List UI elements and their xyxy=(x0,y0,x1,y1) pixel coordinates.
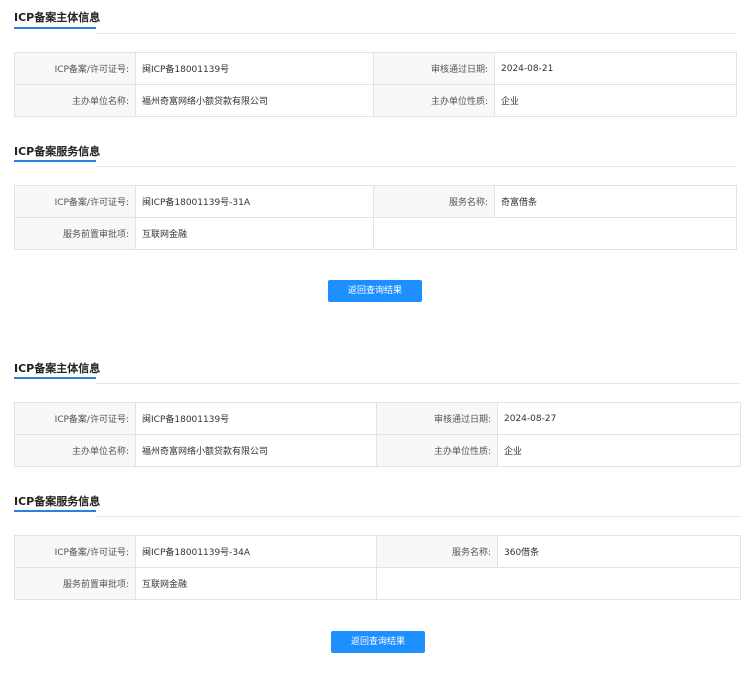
section-divider xyxy=(96,166,736,167)
approval-date-label: 审核通过日期: xyxy=(373,52,495,85)
section-underline xyxy=(14,377,96,379)
pre-approval-label: 服务前置审批项: xyxy=(14,217,136,250)
approval-date-label: 审核通过日期: xyxy=(376,402,498,435)
license-label: ICP备案/许可证号: xyxy=(14,402,136,435)
section-divider xyxy=(96,33,736,34)
section-divider xyxy=(96,383,740,384)
pre-approval-value: 互联网金融 xyxy=(135,567,377,600)
service-name-label: 服务名称: xyxy=(376,535,498,568)
license-value: 闽ICP备18001139号 xyxy=(135,52,374,85)
back-to-results-button[interactable]: 返回查询结果 xyxy=(331,631,425,653)
license-label: ICP备案/许可证号: xyxy=(14,52,136,85)
approval-date-value: 2024-08-27 xyxy=(497,402,741,435)
table-row: ICP备案/许可证号: 闽ICP备18001139号 审核通过日期: 2024-… xyxy=(14,402,741,435)
service-license-label: ICP备案/许可证号: xyxy=(14,535,136,568)
entity-section-title: ICP备案主体信息 xyxy=(14,11,101,24)
section-underline xyxy=(14,27,96,29)
table-row: 主办单位名称: 福州奇富网络小额贷款有限公司 主办单位性质: 企业 xyxy=(14,434,741,467)
section-underline xyxy=(14,160,96,162)
service-name-value: 360借条 xyxy=(497,535,741,568)
license-value: 闽ICP备18001139号 xyxy=(135,402,377,435)
organizer-nature-value: 企业 xyxy=(494,84,737,117)
empty-cell xyxy=(373,217,737,250)
entity-section-title: ICP备案主体信息 xyxy=(14,362,101,375)
service-info-table: ICP备案/许可证号: 闽ICP备18001139号-31A 服务名称: 奇富借… xyxy=(14,185,737,250)
entity-info-table: ICP备案/许可证号: 闽ICP备18001139号 审核通过日期: 2024-… xyxy=(14,402,741,467)
section-divider xyxy=(96,516,740,517)
back-to-results-button[interactable]: 返回查询结果 xyxy=(328,280,422,302)
organizer-name-value: 福州奇富网络小额贷款有限公司 xyxy=(135,84,374,117)
table-row: 服务前置审批项: 互联网金融 xyxy=(14,217,737,250)
pre-approval-label: 服务前置审批项: xyxy=(14,567,136,600)
organizer-name-label: 主办单位名称: xyxy=(14,434,136,467)
pre-approval-value: 互联网金融 xyxy=(135,217,374,250)
organizer-nature-label: 主办单位性质: xyxy=(376,434,498,467)
service-section-title: ICP备案服务信息 xyxy=(14,145,101,158)
table-row: ICP备案/许可证号: 闽ICP备18001139号 审核通过日期: 2024-… xyxy=(14,52,737,85)
service-name-label: 服务名称: xyxy=(373,185,495,218)
organizer-nature-label: 主办单位性质: xyxy=(373,84,495,117)
section-underline xyxy=(14,510,96,512)
service-section-title: ICP备案服务信息 xyxy=(14,495,101,508)
empty-cell xyxy=(376,567,741,600)
service-name-value: 奇富借条 xyxy=(494,185,737,218)
organizer-name-label: 主办单位名称: xyxy=(14,84,136,117)
service-info-table: ICP备案/许可证号: 闽ICP备18001139号-34A 服务名称: 360… xyxy=(14,535,741,600)
organizer-name-value: 福州奇富网络小额贷款有限公司 xyxy=(135,434,377,467)
table-row: 主办单位名称: 福州奇富网络小额贷款有限公司 主办单位性质: 企业 xyxy=(14,84,737,117)
entity-info-table: ICP备案/许可证号: 闽ICP备18001139号 审核通过日期: 2024-… xyxy=(14,52,737,117)
table-row: 服务前置审批项: 互联网金融 xyxy=(14,567,741,600)
organizer-nature-value: 企业 xyxy=(497,434,741,467)
approval-date-value: 2024-08-21 xyxy=(494,52,737,85)
service-license-value: 闽ICP备18001139号-31A xyxy=(135,185,374,218)
table-row: ICP备案/许可证号: 闽ICP备18001139号-34A 服务名称: 360… xyxy=(14,535,741,568)
table-row: ICP备案/许可证号: 闽ICP备18001139号-31A 服务名称: 奇富借… xyxy=(14,185,737,218)
service-license-label: ICP备案/许可证号: xyxy=(14,185,136,218)
service-license-value: 闽ICP备18001139号-34A xyxy=(135,535,377,568)
